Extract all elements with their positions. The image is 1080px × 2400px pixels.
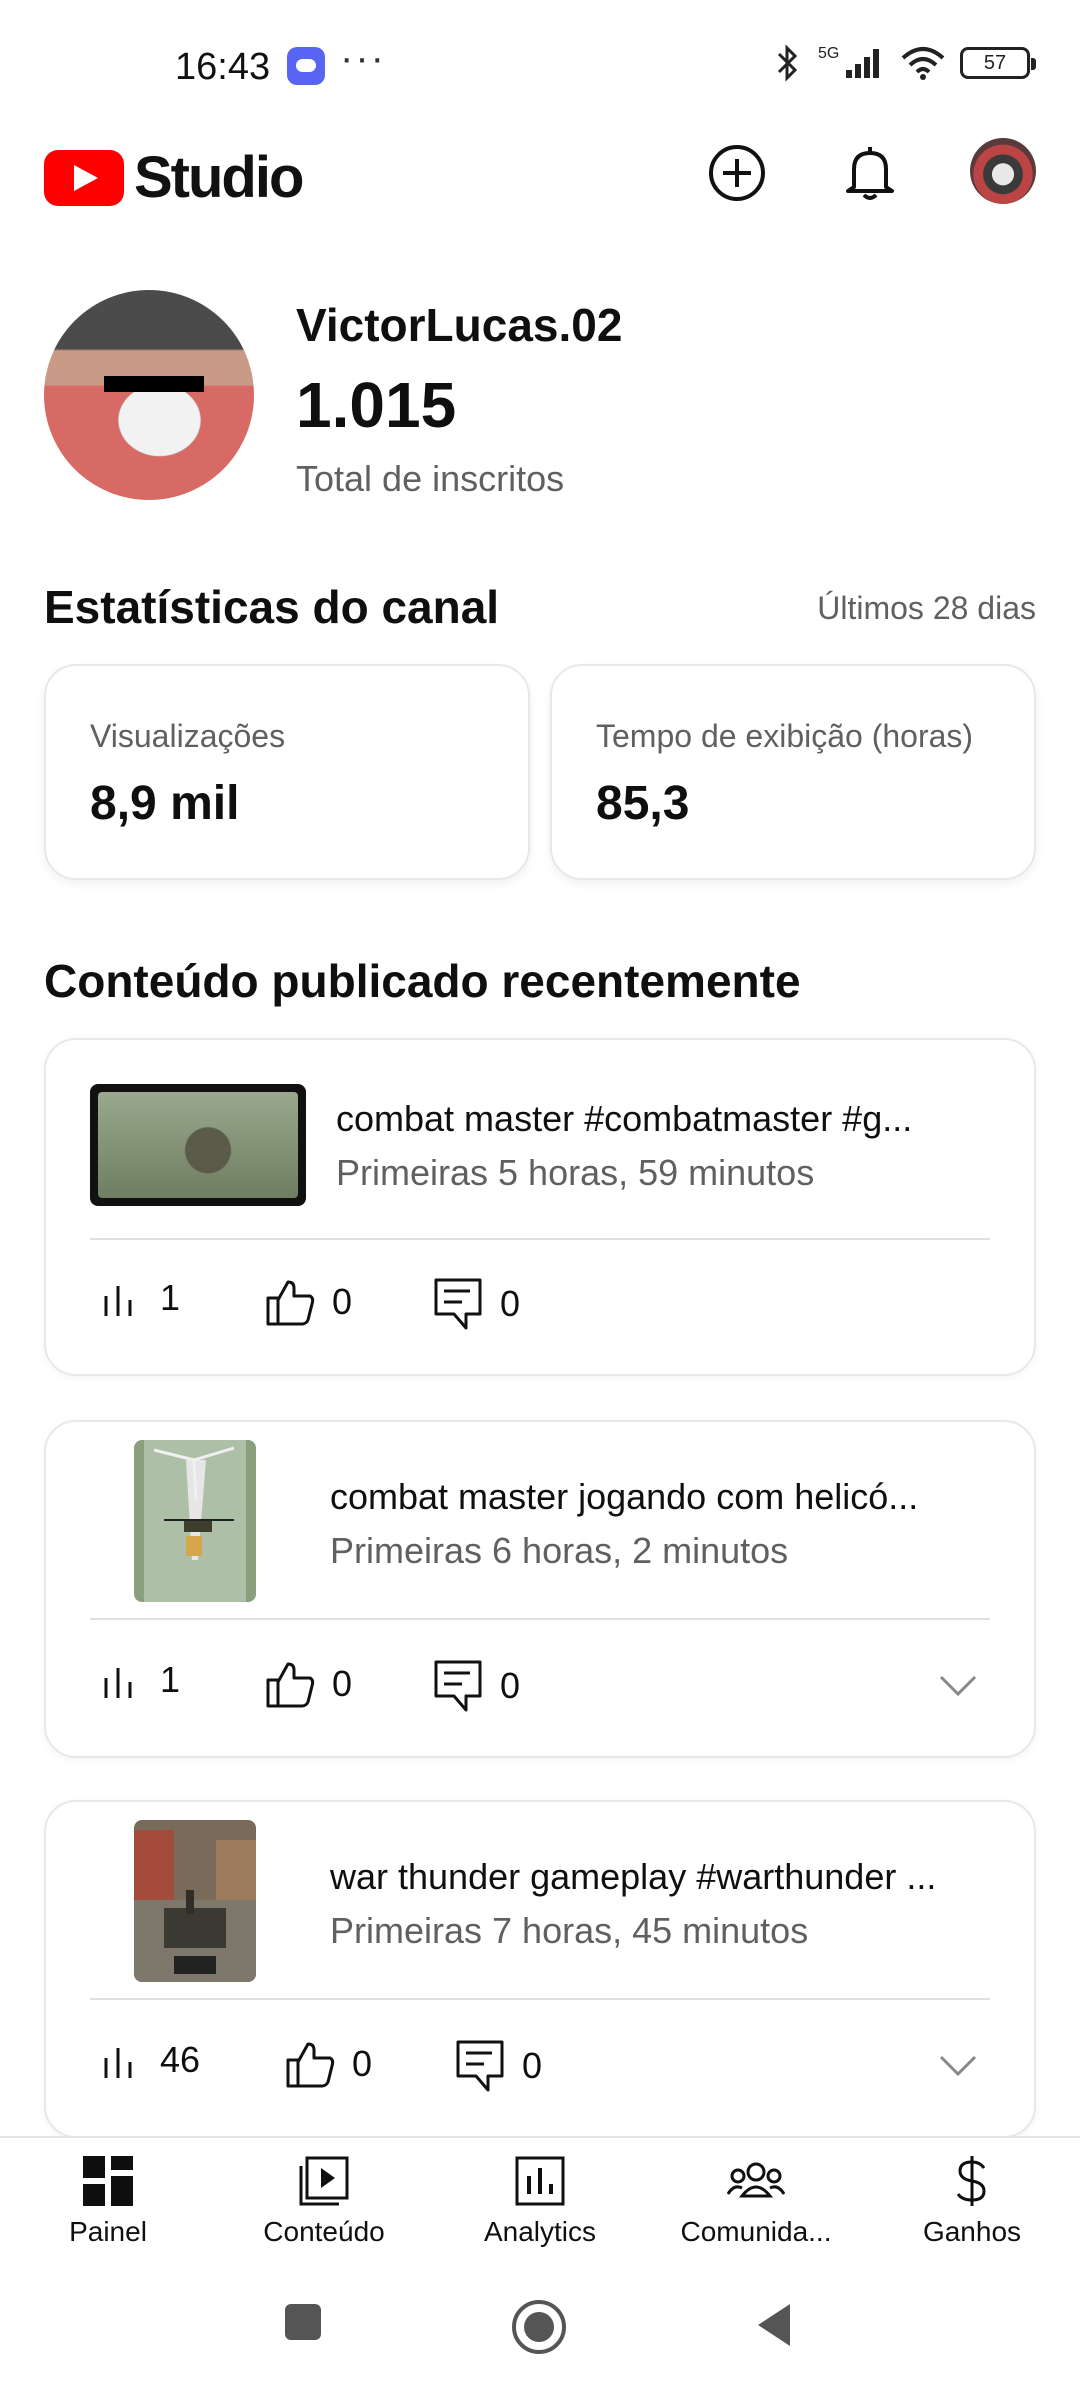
- chevron-down-icon[interactable]: [938, 1674, 978, 1698]
- recents-button-icon[interactable]: [283, 2302, 323, 2342]
- comments-count: 0: [500, 1665, 521, 1706]
- nav-label: Ganhos: [922, 2216, 1022, 2247]
- status-time: 16:43: [175, 46, 271, 88]
- comments-metric: 0: [432, 1276, 520, 1332]
- divider: [90, 1618, 990, 1620]
- signal-icon: 5G: [818, 45, 879, 78]
- subscriber-label: Total de inscritos: [296, 458, 565, 499]
- content-icon: [299, 2156, 349, 2206]
- likes-count: 0: [332, 1281, 353, 1322]
- views-card[interactable]: Visualizações 8,9 mil: [44, 664, 530, 880]
- studio-logo: Studio: [44, 144, 304, 211]
- nav-content[interactable]: Conteúdo: [216, 2138, 432, 2266]
- bluetooth-icon: [777, 44, 798, 82]
- system-icons: 5G 57: [774, 44, 1036, 82]
- divider: [90, 1238, 990, 1240]
- video-thumbnail: [90, 1084, 306, 1206]
- stats-period: Últimos 28 dias: [817, 590, 1036, 626]
- nav-earn[interactable]: Ganhos: [864, 2138, 1080, 2266]
- stat-value: 8,9 mil: [90, 777, 240, 830]
- thumbs-up-icon: [266, 1280, 315, 1326]
- likes-count: 0: [352, 2043, 373, 2084]
- bottom-navigation: Painel Conteúdo Analytics Comunida... Ga…: [0, 2136, 1080, 2266]
- comments-count: 0: [522, 2045, 543, 2086]
- stats-title: Estatísticas do canal: [44, 581, 500, 633]
- video-card[interactable]: war thunder gameplay #warthunder ... Pri…: [44, 1800, 1036, 2138]
- nav-label: Conteúdo: [263, 2216, 385, 2247]
- system-navigation-bar: [0, 2266, 1080, 2400]
- channel-name: VictorLucas.02: [296, 299, 623, 351]
- nav-analytics[interactable]: Analytics: [432, 2138, 648, 2266]
- recent-content-title: Conteúdo publicado recentemente: [44, 955, 801, 1007]
- community-icon: [726, 2162, 786, 2198]
- status-bar: 16:43 ··· 5G 57: [0, 0, 1080, 130]
- video-period: Primeiras 7 horas, 45 minutos: [330, 1910, 809, 1951]
- create-button[interactable]: [704, 140, 770, 206]
- wifi-icon: [901, 47, 945, 80]
- views-count: 1: [160, 1659, 181, 1700]
- earn-icon: [956, 2156, 986, 2206]
- channel-avatar: [44, 290, 254, 500]
- video-card[interactable]: combat master #combatmaster #g... Primei…: [44, 1038, 1036, 1376]
- youtube-play-icon: [44, 149, 124, 206]
- app-bar: Studio: [0, 130, 1080, 240]
- video-card[interactable]: combat master jogando com helicó... Prim…: [44, 1420, 1036, 1758]
- discord-notification-icon: [287, 47, 325, 85]
- comments-count: 0: [500, 1283, 521, 1324]
- thumbs-up-icon: [286, 2042, 335, 2088]
- stat-value: 85,3: [596, 777, 690, 830]
- views-metric: 1: [100, 1276, 180, 1320]
- views-count: 46: [160, 2039, 201, 2080]
- stat-label: Visualizações: [90, 718, 286, 754]
- views-bar-icon: [104, 1668, 132, 1698]
- video-thumbnail: [134, 1820, 256, 1982]
- logo-text: Studio: [134, 145, 304, 210]
- nav-label: Painel: [69, 2216, 147, 2247]
- thumbs-up-icon: [266, 1662, 315, 1708]
- video-thumbnail: [134, 1440, 256, 1602]
- notifications-button[interactable]: [837, 140, 903, 206]
- views-count: 1: [160, 1277, 181, 1318]
- likes-metric: 0: [284, 2038, 372, 2090]
- divider: [90, 1998, 990, 2000]
- comment-icon: [456, 2040, 504, 2092]
- views-bar-icon: [104, 2048, 132, 2078]
- watch-time-card[interactable]: Tempo de exibição (horas) 85,3: [550, 664, 1036, 880]
- back-button-icon[interactable]: [754, 2302, 794, 2348]
- stat-label: Tempo de exibição (horas): [596, 718, 974, 754]
- comment-icon: [434, 1660, 482, 1712]
- nav-community[interactable]: Comunida...: [648, 2138, 864, 2266]
- nav-label: Comunida...: [680, 2216, 832, 2247]
- more-notifications-icon: ···: [340, 36, 386, 80]
- comment-icon: [434, 1278, 482, 1330]
- video-period: Primeiras 5 horas, 59 minutos: [336, 1152, 815, 1193]
- battery-indicator: 57: [960, 47, 1036, 79]
- video-title: war thunder gameplay #warthunder ...: [330, 1856, 937, 1897]
- comments-metric: 0: [454, 2038, 542, 2094]
- create-icon: [709, 145, 765, 201]
- channel-header: VictorLucas.02 1.015 Total de inscritos: [44, 288, 1044, 508]
- analytics-icon: [515, 2156, 565, 2206]
- nav-dashboard[interactable]: Painel: [0, 2138, 216, 2266]
- comments-metric: 0: [432, 1658, 520, 1714]
- views-bar-icon: [104, 1286, 132, 1316]
- home-button-icon[interactable]: [510, 2298, 568, 2356]
- video-title: combat master jogando com helicó...: [330, 1476, 919, 1517]
- views-metric: 46: [100, 2038, 200, 2082]
- likes-metric: 0: [264, 1276, 352, 1328]
- likes-count: 0: [332, 1663, 353, 1704]
- views-metric: 1: [100, 1658, 180, 1702]
- bell-icon: [846, 147, 894, 200]
- subscriber-count: 1.015: [296, 369, 457, 441]
- video-period: Primeiras 6 horas, 2 minutos: [330, 1530, 789, 1571]
- likes-metric: 0: [264, 1658, 352, 1710]
- video-title: combat master #combatmaster #g...: [336, 1098, 913, 1139]
- network-type: 5G: [818, 45, 839, 62]
- account-avatar[interactable]: [970, 138, 1036, 204]
- chevron-down-icon[interactable]: [938, 2054, 978, 2078]
- nav-label: Analytics: [483, 2216, 597, 2247]
- dashboard-icon: [83, 2156, 133, 2206]
